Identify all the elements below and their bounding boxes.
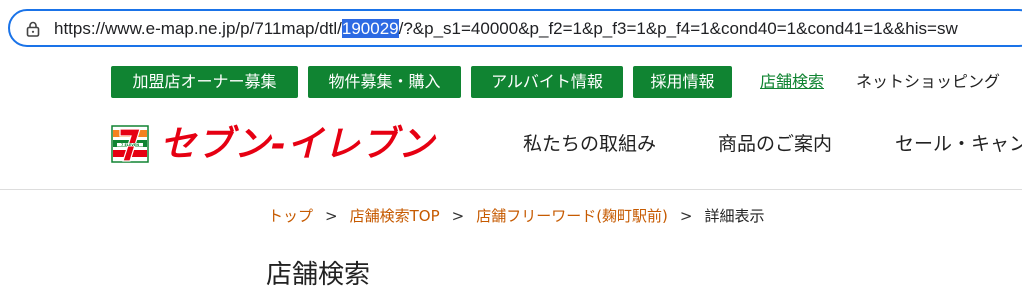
address-bar[interactable]: https://www.e-map.ne.jp/p/711map/dtl/190… <box>8 9 1022 47</box>
nav-our-initiatives[interactable]: 私たちの取組み <box>523 130 656 158</box>
page: https://www.e-map.ne.jp/p/711map/dtl/190… <box>0 0 1022 290</box>
careers-button[interactable]: 採用情報 <box>633 66 732 98</box>
breadcrumb-separator: > <box>325 207 338 225</box>
owner-recruitment-button[interactable]: 加盟店オーナー募集 <box>111 66 298 98</box>
seven-eleven-logo-icon: 7 ELEVEN <box>111 125 149 163</box>
header-divider <box>0 189 1022 190</box>
nav-product-guide[interactable]: 商品のご案内 <box>718 130 832 158</box>
breadcrumb-current: 詳細表示 <box>704 207 765 225</box>
brand-logo[interactable]: 7 ELEVEN セブン-イレブン <box>110 122 434 170</box>
url-prefix: https://www.e-map.ne.jp/p/711map/dtl/ <box>54 19 342 38</box>
part-time-job-button[interactable]: アルバイト情報 <box>471 66 623 98</box>
breadcrumb-freeword-link[interactable]: 店舗フリーワード(麹町駅前) <box>476 207 668 225</box>
lock-icon[interactable] <box>26 21 40 37</box>
url-selected-segment: 190029 <box>341 19 399 38</box>
net-shopping-link[interactable]: ネットショッピング <box>856 66 1000 98</box>
logo-mark-label: 7 ELEVEN <box>121 143 139 147</box>
url-suffix: /?&p_s1=40000&p_f2=1&p_f3=1&p_f4=1&cond4… <box>398 19 958 38</box>
top-navigation: 加盟店オーナー募集 物件募集・購入 アルバイト情報 採用情報 店舗検索 ネットシ… <box>0 66 1022 100</box>
nav-sales-campaigns[interactable]: セール・キャンペーン <box>895 130 1022 158</box>
page-title: 店舗検索 <box>266 260 371 290</box>
store-search-link[interactable]: 店舗検索 <box>760 66 824 98</box>
browser-toolbar: https://www.e-map.ne.jp/p/711map/dtl/190… <box>0 0 1022 54</box>
breadcrumb-top-link[interactable]: トップ <box>268 207 313 225</box>
breadcrumb-separator: > <box>451 207 465 225</box>
breadcrumb-separator: > <box>679 207 693 225</box>
property-recruitment-button[interactable]: 物件募集・購入 <box>308 66 461 98</box>
logo-text: セブン-イレブン <box>160 124 435 165</box>
breadcrumb: トップ > 店舗検索TOP > 店舗フリーワード(麹町駅前) > 詳細表示 <box>268 205 765 227</box>
breadcrumb-store-search-link[interactable]: 店舗検索TOP <box>350 207 440 225</box>
url-text[interactable]: https://www.e-map.ne.jp/p/711map/dtl/190… <box>54 19 958 39</box>
